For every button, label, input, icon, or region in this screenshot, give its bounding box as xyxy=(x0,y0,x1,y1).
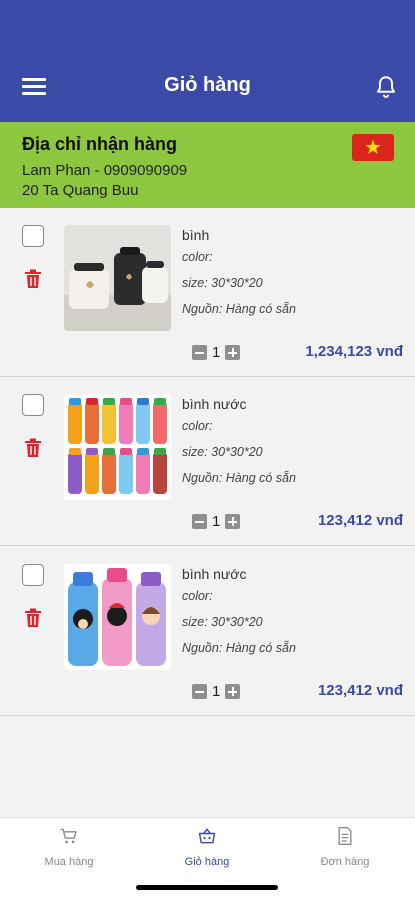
tab-don-hang[interactable]: Đơn hàng xyxy=(276,818,414,878)
quantity-value: 1 xyxy=(212,344,221,361)
product-image[interactable] xyxy=(64,225,171,331)
cart-icon xyxy=(60,828,77,844)
product-color: color: xyxy=(182,419,213,433)
increase-quantity-button[interactable] xyxy=(225,684,241,699)
product-color: color: xyxy=(182,250,213,264)
product-size: size: 30*30*20 xyxy=(182,445,263,459)
product-price: 1,234,123 vnđ xyxy=(305,343,403,360)
product-name: bình nước xyxy=(182,566,247,582)
product-source: Nguồn: Hàng có sẵn xyxy=(182,641,296,655)
trash-icon[interactable] xyxy=(24,269,42,289)
item-checkbox[interactable] xyxy=(22,225,44,247)
tab-mua-hang[interactable]: Mua hàng xyxy=(0,818,138,878)
product-size: size: 30*30*20 xyxy=(182,276,263,290)
product-name: bình nước xyxy=(182,396,247,412)
increase-quantity-button[interactable] xyxy=(225,345,241,360)
quantity-value: 1 xyxy=(212,513,221,530)
page-title: Giỏ hàng xyxy=(164,74,251,96)
product-price: 123,412 vnđ xyxy=(317,682,403,699)
quantity-stepper: 1 xyxy=(192,513,241,530)
address-title: Địa chỉ nhận hàng xyxy=(22,134,178,154)
decrease-quantity-button[interactable] xyxy=(192,684,207,699)
street-address: 20 Ta Quang Buu xyxy=(22,182,139,199)
trash-icon[interactable] xyxy=(24,608,42,628)
product-image[interactable] xyxy=(64,564,171,670)
cart-item: bình nước color: size: 30*30*20 Nguồn: H… xyxy=(0,548,415,716)
basket-icon xyxy=(198,828,216,844)
recipient-name-phone: Lam Phan - 0909090909 xyxy=(22,162,188,179)
cart-item: bình nước color: size: 30*30*20 Nguồn: H… xyxy=(0,378,415,546)
quantity-stepper: 1 xyxy=(192,344,241,361)
bell-icon[interactable] xyxy=(373,74,399,100)
shipping-address-banner[interactable]: Địa chỉ nhận hàng Lam Phan - 0909090909 … xyxy=(0,122,415,208)
product-image[interactable] xyxy=(64,394,171,500)
increase-quantity-button[interactable] xyxy=(225,514,241,529)
item-checkbox[interactable] xyxy=(22,564,44,586)
product-color: color: xyxy=(182,589,213,603)
home-indicator xyxy=(136,885,278,890)
item-checkbox[interactable] xyxy=(22,394,44,416)
app-header: Giỏ hàng xyxy=(0,0,415,122)
cart-item: bình color: size: 30*30*20 Nguồn: Hàng c… xyxy=(0,209,415,377)
tab-label: Mua hàng xyxy=(44,856,94,868)
document-icon xyxy=(338,827,352,845)
decrease-quantity-button[interactable] xyxy=(192,514,207,529)
quantity-stepper: 1 xyxy=(192,683,241,700)
product-size: size: 30*30*20 xyxy=(182,615,263,629)
quantity-value: 1 xyxy=(212,683,221,700)
decrease-quantity-button[interactable] xyxy=(192,345,207,360)
product-name: bình xyxy=(182,227,210,243)
trash-icon[interactable] xyxy=(24,438,42,458)
tab-label: Giỏ hàng xyxy=(184,856,230,868)
tab-label: Đơn hàng xyxy=(320,856,370,868)
product-price: 123,412 vnđ xyxy=(317,512,403,529)
tab-gio-hang[interactable]: Giỏ hàng xyxy=(138,818,276,878)
product-source: Nguồn: Hàng có sẵn xyxy=(182,302,296,316)
vietnam-flag-icon xyxy=(352,134,394,161)
product-source: Nguồn: Hàng có sẵn xyxy=(182,471,296,485)
